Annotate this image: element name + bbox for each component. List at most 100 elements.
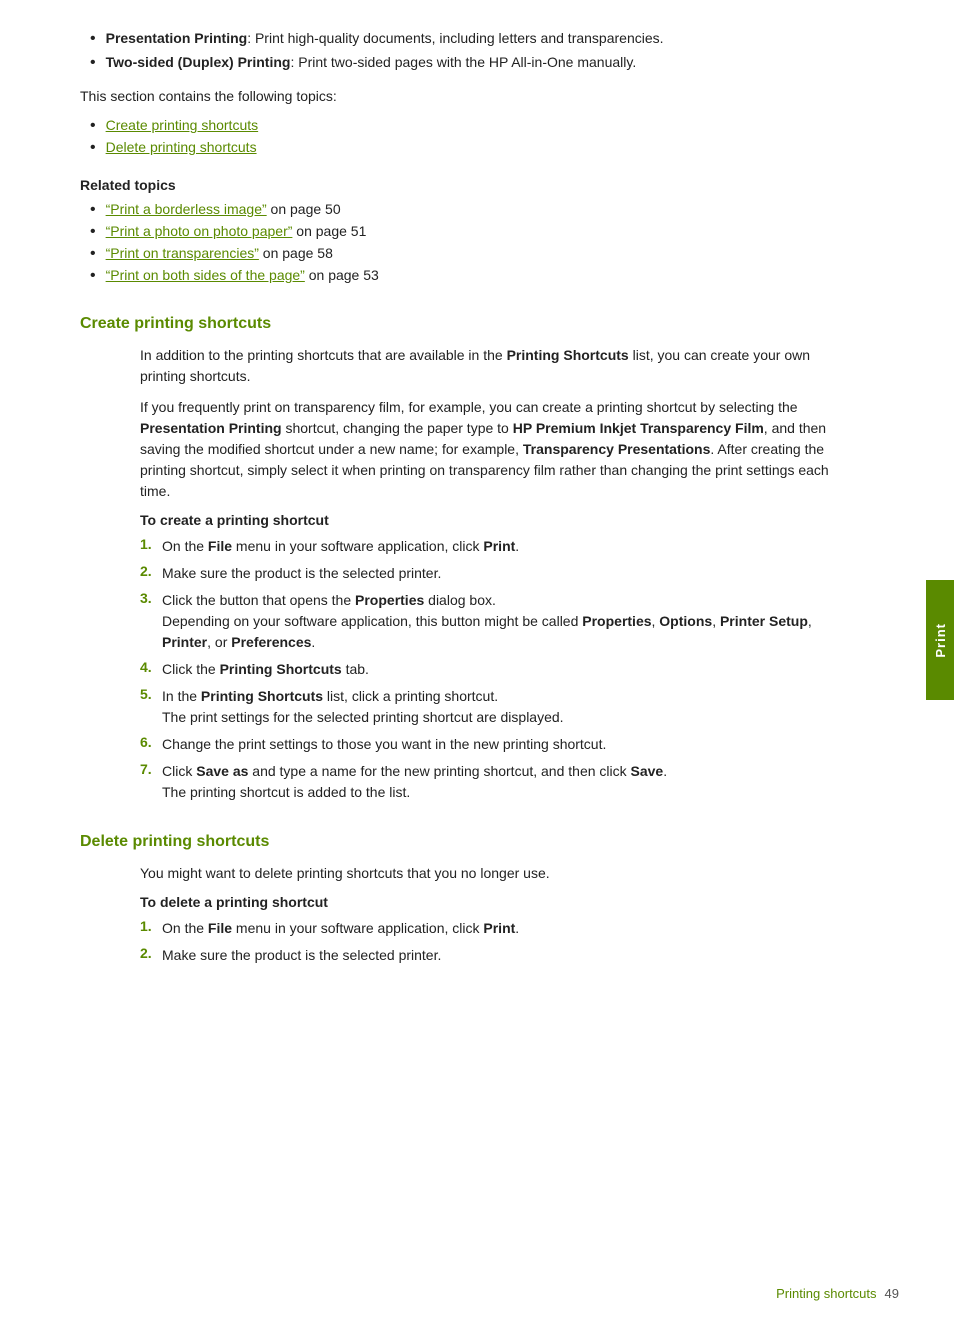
cs3-r: dialog box. [424,592,496,608]
delete-step-1-num: 1. [140,918,162,934]
related-link-3[interactable]: “Print on transparencies” on page 58 [80,245,854,263]
cs1-end: . [515,538,519,554]
create-step-4: 4. Click the Printing Shortcuts tab. [140,659,854,680]
related-link-4[interactable]: “Print on both sides of the page” on pag… [80,267,854,285]
footer-page-number: 49 [885,1286,899,1301]
cs3-sr2: , [712,613,720,629]
delete-sub-heading: To delete a printing shortcut [140,894,854,910]
cs7-t: Click [162,763,196,779]
delete-section: Delete printing shortcuts You might want… [80,833,854,966]
create-step-7: 7. Click Save as and type a name for the… [140,761,854,803]
delete-step-1: 1. On the File menu in your software app… [140,918,854,939]
cs7-r: and type a name for the new printing sho… [248,763,630,779]
delete-section-body: You might want to delete printing shortc… [80,863,854,966]
intro-bullet-list: Presentation Printing: Print high-qualit… [80,30,854,72]
cs3-sb3: Printer Setup [720,613,808,629]
create-para1: In addition to the printing shortcuts th… [140,345,854,387]
intro-b2: Two-sided (Duplex) Printing [106,54,291,70]
create-para2: If you frequently print on transparency … [140,397,854,502]
create-section: Create printing shortcuts In addition to… [80,315,854,803]
related-topics-list: “Print a borderless image” on page 50 “P… [80,201,854,285]
create-step-4-num: 4. [140,659,162,675]
ds1-b2: Print [483,920,515,936]
related-link-3-anchor[interactable]: “Print on transparencies” [106,245,259,261]
create-step-1: 1. On the File menu in your software app… [140,536,854,557]
related-topics-title: Related topics [80,177,854,193]
cs1-b: File [208,538,232,554]
ds1-end: . [515,920,519,936]
delete-shortcuts-link[interactable]: Delete printing shortcuts [106,139,257,155]
create-shortcuts-link[interactable]: Create printing shortcuts [106,117,259,133]
create-step-6-num: 6. [140,734,162,750]
create-para1-bold: Printing Shortcuts [507,347,629,363]
create-step-1-num: 1. [140,536,162,552]
ds1-b: File [208,920,232,936]
intro-bullet-2: Two-sided (Duplex) Printing: Print two-s… [80,54,854,72]
create-steps-list: 1. On the File menu in your software app… [140,536,854,803]
create-step-2: 2. Make sure the product is the selected… [140,563,854,584]
create-step-2-text: Make sure the product is the selected pr… [162,563,441,584]
create-step-5-num: 5. [140,686,162,702]
delete-section-heading: Delete printing shortcuts [80,833,854,851]
cs7-b2: Save [631,763,664,779]
delete-steps-list: 1. On the File menu in your software app… [140,918,854,966]
related-link-4-anchor[interactable]: “Print on both sides of the page” [106,267,305,283]
cs3-t: Click the button that opens the [162,592,355,608]
section-intro-text: This section contains the following topi… [80,86,854,107]
related-link-2-suffix: on page 51 [292,223,366,239]
cs1-t: On the [162,538,208,554]
cs3-sr4: , or [207,634,231,650]
page-footer: Printing shortcuts 49 [0,1286,954,1301]
cs7-b: Save as [196,763,248,779]
create-para2-b3: Transparency Presentations [523,441,711,457]
create-section-body: In addition to the printing shortcuts th… [80,345,854,803]
cs7-end: . [663,763,667,779]
delete-step-2-num: 2. [140,945,162,961]
create-step-7-text: Click Save as and type a name for the ne… [162,761,667,803]
cs3-sub-t: Depending on your software application, … [162,613,582,629]
cs1-b2: Print [483,538,515,554]
create-step-3-text: Click the button that opens the Properti… [162,590,854,653]
related-link-2-anchor[interactable]: “Print a photo on photo paper” [106,223,293,239]
topic-link-create[interactable]: Create printing shortcuts [80,117,854,135]
create-step-7-num: 7. [140,761,162,777]
cs3-sub: Depending on your software application, … [162,611,854,653]
right-print-tab: Print [926,580,954,700]
create-para1-start: In addition to the printing shortcuts th… [140,347,507,363]
ds1-t: On the [162,920,208,936]
topic-links-list: Create printing shortcuts Delete printin… [80,117,854,157]
cs5-t: In the [162,688,201,704]
cs3-sb4: Printer [162,634,207,650]
cs4-b: Printing Shortcuts [220,661,342,677]
cs7-sub: The printing shortcut is added to the li… [162,782,667,803]
cs3-sr3: , [808,613,812,629]
create-step-3-num: 3. [140,590,162,606]
page-content: Presentation Printing : Print high-qualit… [0,0,914,1056]
create-para2-mid: shortcut, changing the paper type to [282,420,513,436]
related-link-2[interactable]: “Print a photo on photo paper” on page 5… [80,223,854,241]
cs3-sr5: . [311,634,315,650]
create-step-6: 6. Change the print settings to those yo… [140,734,854,755]
cs3-sb5: Preferences [231,634,311,650]
delete-step-2: 2. Make sure the product is the selected… [140,945,854,966]
intro-text-2: : Print two-sided pages with the HP All-… [290,54,636,70]
cs4-t: Click the [162,661,220,677]
cs5-b: Printing Shortcuts [201,688,323,704]
create-sub-heading: To create a printing shortcut [140,512,854,528]
create-step-6-text: Change the print settings to those you w… [162,734,606,755]
topic-link-delete[interactable]: Delete printing shortcuts [80,139,854,157]
create-para2-b1: Presentation Printing [140,420,282,436]
create-para2-start: If you frequently print on transparency … [140,399,798,415]
related-link-1-anchor[interactable]: “Print a borderless image” [106,201,267,217]
cs3-b: Properties [355,592,424,608]
create-section-heading: Create printing shortcuts [80,315,854,333]
related-link-1[interactable]: “Print a borderless image” on page 50 [80,201,854,219]
intro-bullet-1: Presentation Printing: Print high-qualit… [80,30,854,48]
cs1-r: menu in your software application, click [232,538,483,554]
create-step-4-text: Click the Printing Shortcuts tab. [162,659,369,680]
cs3-sb1: Properties [582,613,651,629]
right-tab-label: Print [933,623,948,658]
related-link-1-suffix: on page 50 [267,201,341,217]
intro-text-1: : Print high-quality documents, includin… [247,30,663,46]
related-link-3-suffix: on page 58 [259,245,333,261]
